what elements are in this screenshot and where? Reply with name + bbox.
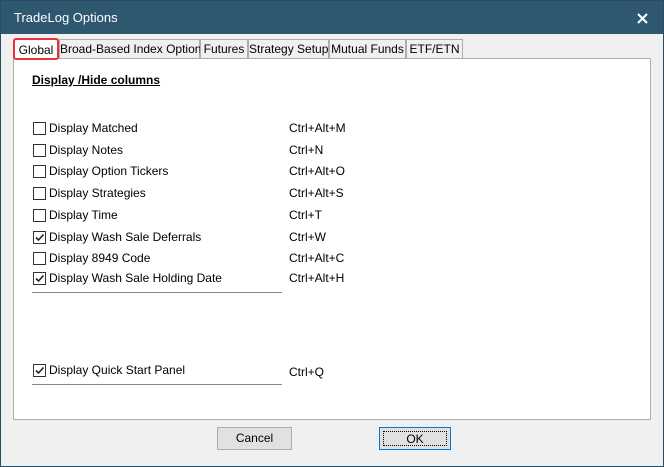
shortcut-text: Ctrl+T [289, 208, 322, 222]
option-label: Display Time [49, 208, 118, 222]
checkbox[interactable] [33, 122, 46, 135]
option-label: Display Option Tickers [49, 164, 169, 178]
checkbox[interactable] [33, 364, 46, 377]
tab-global[interactable]: Global [13, 38, 59, 60]
tab-strategy-setup-label: Strategy Setup [249, 42, 329, 56]
shortcut-text: Ctrl+Alt+S [289, 186, 344, 200]
close-button[interactable] [627, 5, 657, 31]
option-label: Display Notes [49, 143, 124, 157]
close-icon [636, 12, 648, 24]
ok-button[interactable]: OK [379, 427, 451, 450]
shortcut-text: Ctrl+N [289, 143, 324, 157]
checkbox[interactable] [33, 272, 46, 285]
option-label: Display Wash Sale Holding Date [49, 271, 222, 285]
section-title: Display /Hide columns [32, 73, 161, 87]
checkmark-icon [35, 233, 45, 242]
ok-button-label: OK [383, 431, 447, 446]
tab-broad-based-label: Broad-Based Index Options [60, 42, 208, 56]
tab-futures-label: Futures [203, 42, 245, 56]
checkmark-icon [35, 366, 45, 375]
tab-etf-etn[interactable]: ETF/ETN [406, 39, 463, 58]
window-title: TradeLog Options [14, 10, 118, 25]
tab-mutual-funds[interactable]: Mutual Funds [329, 39, 406, 58]
cancel-button[interactable]: Cancel [217, 427, 292, 450]
checkbox[interactable] [33, 187, 46, 200]
checkbox[interactable] [33, 209, 46, 222]
option-label: Display 8949 Code [49, 251, 151, 265]
tab-mutual-funds-label: Mutual Funds [331, 42, 404, 56]
option-label: Display Matched [49, 121, 138, 135]
checkmark-icon [35, 274, 45, 283]
global-tab-panel: Display /Hide columns Display Matched Ct… [13, 58, 651, 420]
checkbox[interactable] [33, 231, 46, 244]
option-label: Display Strategies [49, 186, 146, 200]
checkbox[interactable] [33, 252, 46, 265]
tab-etf-etn-label: ETF/ETN [409, 42, 460, 56]
checkbox[interactable] [33, 165, 46, 178]
shortcut-text: Ctrl+Alt+M [289, 121, 346, 135]
shortcut-text: Ctrl+Alt+C [289, 251, 345, 265]
shortcut-text: Ctrl+Alt+O [289, 164, 346, 178]
group-divider [32, 384, 282, 385]
tab-global-label: Global [18, 43, 54, 57]
checkbox[interactable] [33, 144, 46, 157]
shortcut-text: Ctrl+W [289, 230, 326, 244]
shortcut-text: Ctrl+Q [289, 365, 325, 379]
tab-futures[interactable]: Futures [200, 39, 248, 58]
tab-broad-based-index-options[interactable]: Broad-Based Index Options [59, 39, 207, 58]
option-label: Display Quick Start Panel [49, 363, 186, 377]
option-label: Display Wash Sale Deferrals [49, 230, 202, 244]
group-divider [32, 292, 282, 293]
tab-strategy-setup[interactable]: Strategy Setup [248, 39, 329, 58]
shortcut-text: Ctrl+Alt+H [289, 271, 345, 285]
title-bar[interactable]: TradeLog Options [1, 1, 663, 34]
